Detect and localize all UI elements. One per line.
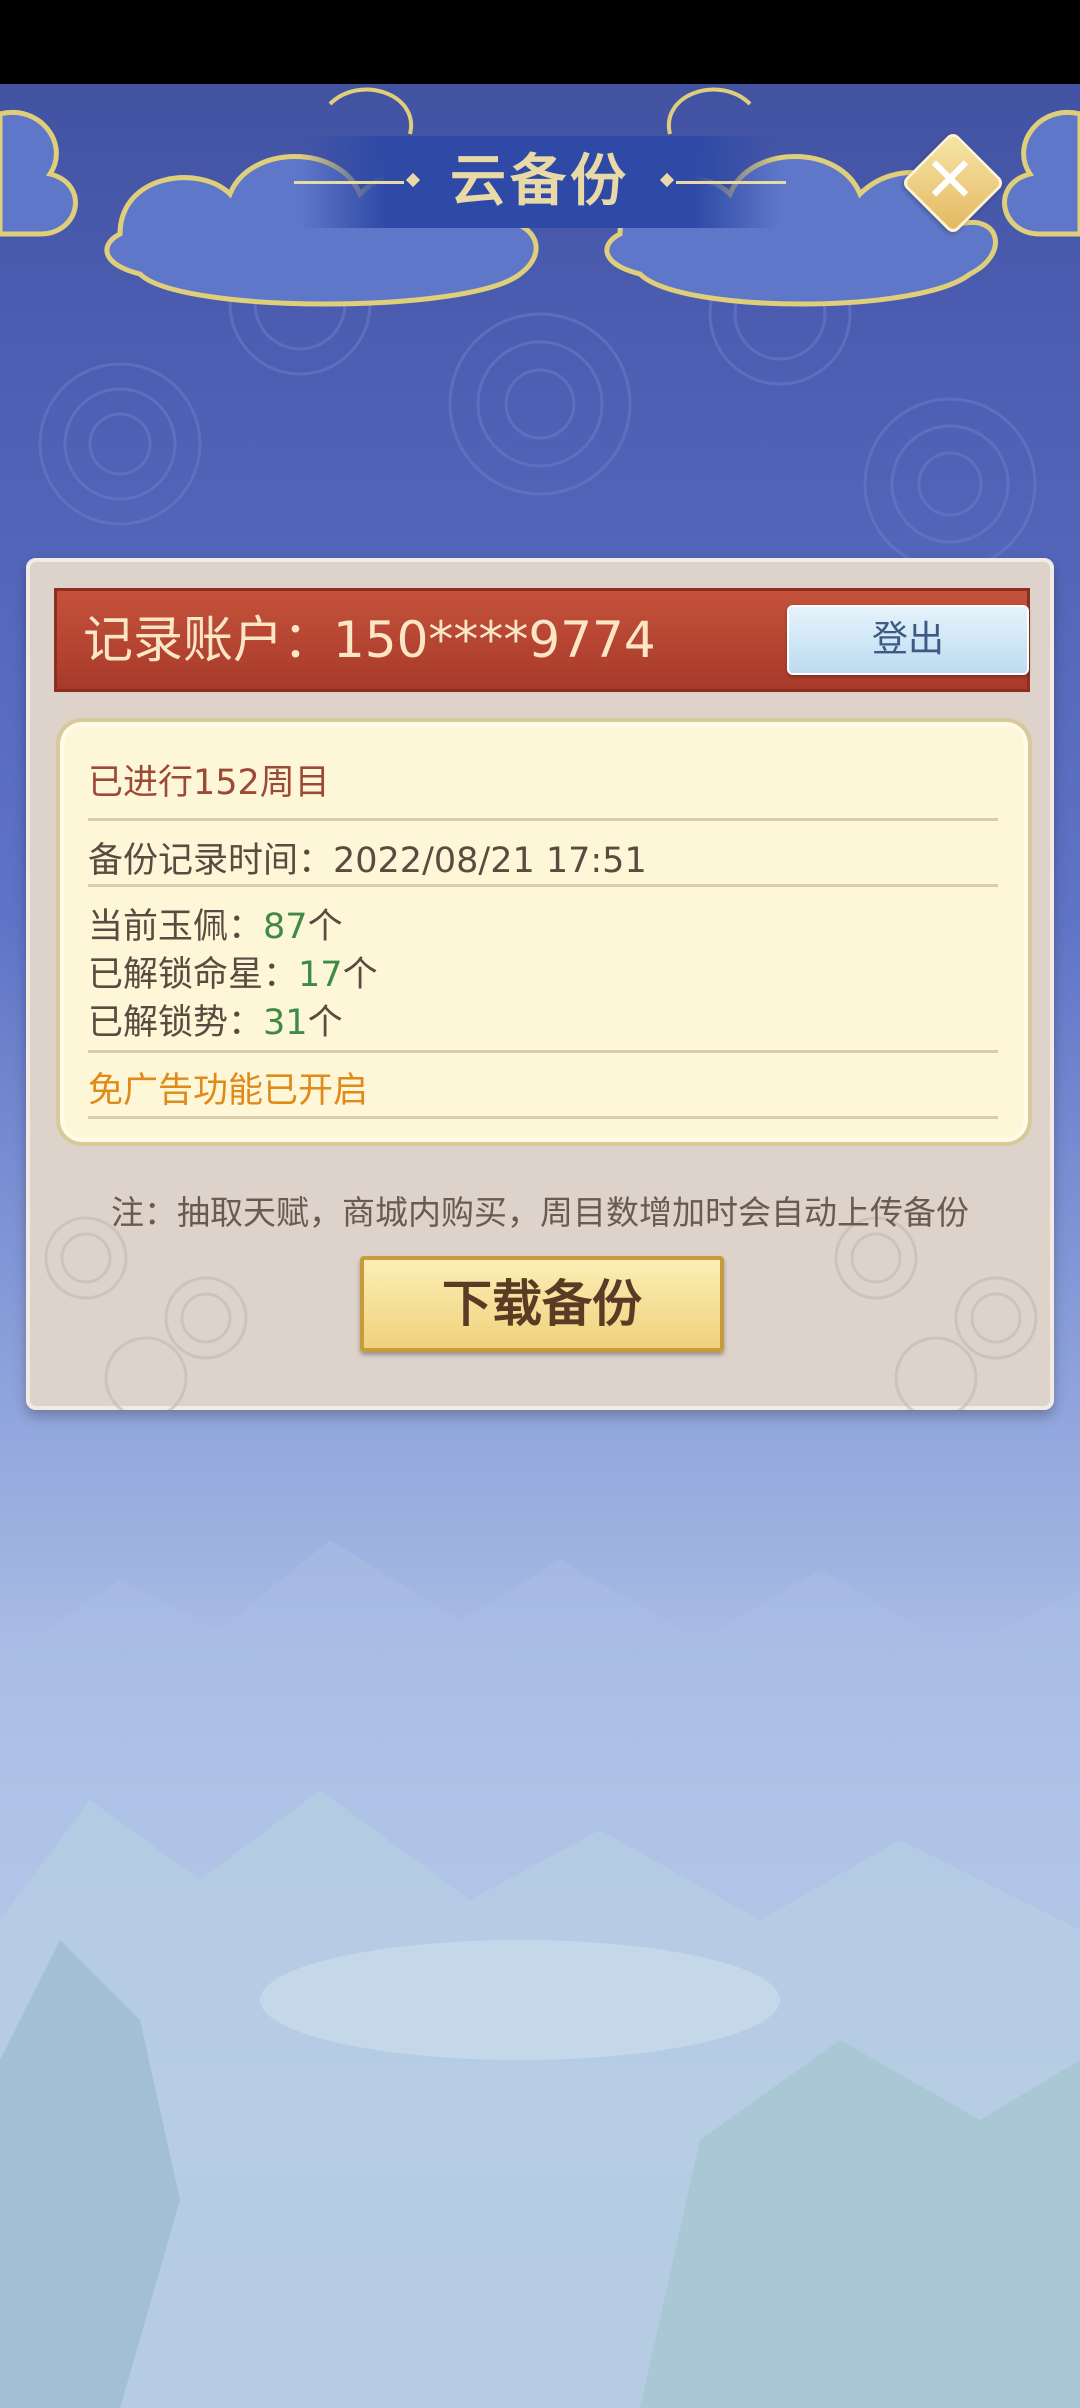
backup-time-text: 备份记录时间：2022/08/21 17:51 [88,841,647,881]
jade-value: 87 [263,907,308,947]
stars-count-row: 已解锁命星：17个 [88,946,378,997]
cloud-backup-panel: 记录账户：150****9774 登出 已进行152周目 备份记录时间：2022… [26,558,1054,1410]
cycles-text: 已进行152周目 [88,763,330,803]
ad-free-status: 免广告功能已开启 [88,1071,369,1111]
logout-button[interactable]: 登出 [787,605,1029,675]
account-bar: 记录账户：150****9774 登出 [54,588,1030,692]
jade-count-row: 当前玉佩：87个 [88,898,343,949]
divider [88,818,998,821]
title-right-line [676,181,786,184]
divider [88,1050,998,1053]
stars-unit: 个 [342,955,378,995]
momentum-label: 已解锁势： [88,1003,264,1043]
close-button[interactable]: ✕ [900,130,1006,236]
dialog-title: 云备份 [450,149,630,214]
backup-note: 注：抽取天赋，商城内购买，周目数增加时会自动上传备份 [111,1193,969,1232]
download-backup-button[interactable]: 下载备份 [360,1256,724,1352]
momentum-count-row: 已解锁势：31个 [88,994,343,1045]
momentum-unit: 个 [307,1003,343,1043]
jade-label: 当前玉佩： [88,907,264,947]
stars-value: 17 [298,955,343,995]
divider [88,1116,998,1119]
account-label: 记录账户：150****9774 [83,611,656,669]
backup-info-card: 已进行152周目 备份记录时间：2022/08/21 17:51 当前玉佩：87… [56,718,1032,1146]
divider [88,884,998,887]
background-mountains [0,1540,1080,2408]
jade-unit: 个 [307,907,343,947]
close-icon: ✕ [924,143,976,216]
stars-label: 已解锁命星： [88,955,299,995]
status-bar [0,0,1080,84]
momentum-value: 31 [263,1003,308,1043]
title-left-line [294,181,404,184]
